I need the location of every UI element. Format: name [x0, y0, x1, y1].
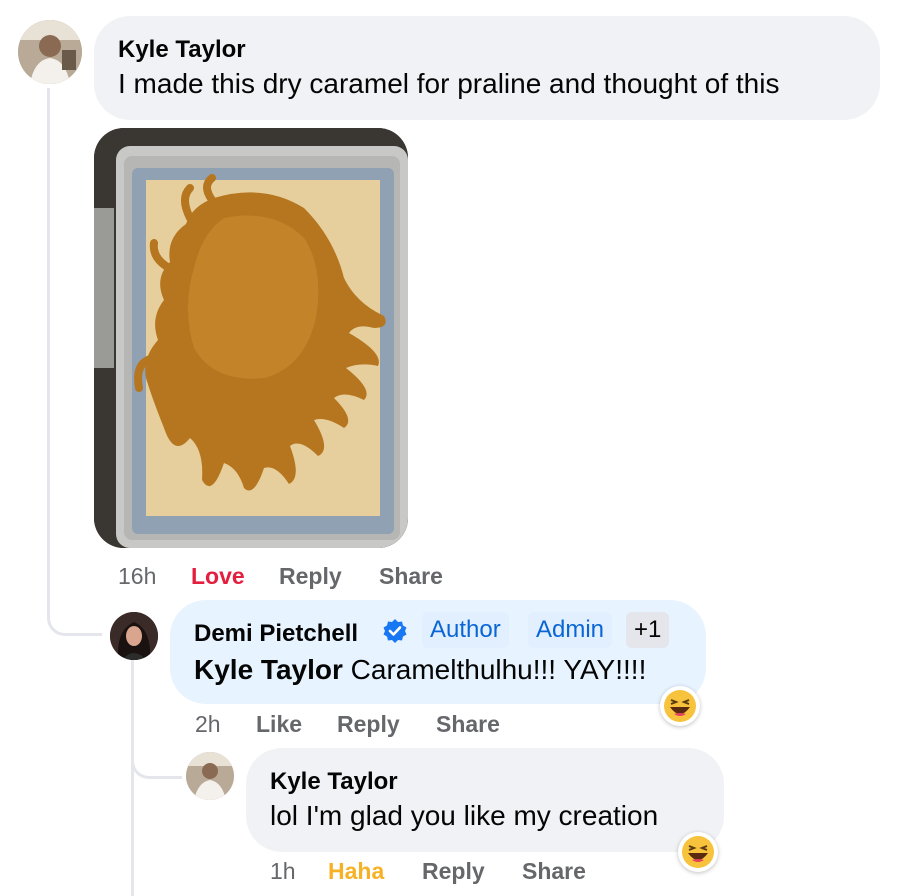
comment-text: I made this dry caramel for praline and … [118, 68, 780, 99]
comment-author[interactable]: Kyle Taylor [118, 36, 246, 64]
author-badge[interactable]: Author [422, 612, 509, 648]
mention-link[interactable]: Kyle Taylor [194, 654, 343, 685]
avatar[interactable] [18, 20, 82, 84]
comment-timestamp[interactable]: 1h [270, 858, 296, 885]
admin-badge[interactable]: Admin [528, 612, 613, 648]
like-button[interactable]: Like [256, 711, 302, 738]
comment-author[interactable]: Demi Pietchell [194, 620, 358, 648]
comment-text-line: Kyle Taylor Caramelthulhu!!! YAY!!!! [194, 654, 646, 686]
comment-bubble: Kyle Taylor lol I'm glad you like my cre… [246, 748, 724, 852]
comment-photo[interactable] [94, 128, 408, 548]
avatar[interactable] [186, 752, 234, 800]
share-button[interactable]: Share [436, 711, 500, 738]
comment-text: Caramelthulhu!!! YAY!!!! [350, 654, 647, 685]
comment-text: lol I'm glad you like my creation [270, 800, 659, 831]
avatar[interactable] [110, 612, 158, 660]
comment-timestamp[interactable]: 2h [195, 711, 221, 738]
comment-author[interactable]: Kyle Taylor [270, 768, 398, 796]
share-button[interactable]: Share [379, 563, 443, 590]
share-button[interactable]: Share [522, 858, 586, 885]
haha-emoji-icon[interactable] [678, 832, 718, 872]
verified-badge-icon [382, 618, 408, 644]
comment-bubble: Demi Pietchell Author Admin +1 Kyle Tayl… [170, 600, 706, 704]
reaction-haha-button[interactable]: Haha [328, 858, 384, 885]
reply-button[interactable]: Reply [422, 858, 485, 885]
reaction-love-button[interactable]: Love [191, 563, 245, 590]
comment-bubble: Kyle Taylor I made this dry caramel for … [94, 16, 880, 120]
haha-emoji-icon[interactable] [660, 686, 700, 726]
thread-line-2 [131, 660, 134, 896]
reply-button[interactable]: Reply [279, 563, 342, 590]
reply-button[interactable]: Reply [337, 711, 400, 738]
more-badges[interactable]: +1 [626, 612, 670, 648]
comment-timestamp[interactable]: 16h [118, 563, 156, 590]
thread-connector-2 [131, 740, 182, 779]
